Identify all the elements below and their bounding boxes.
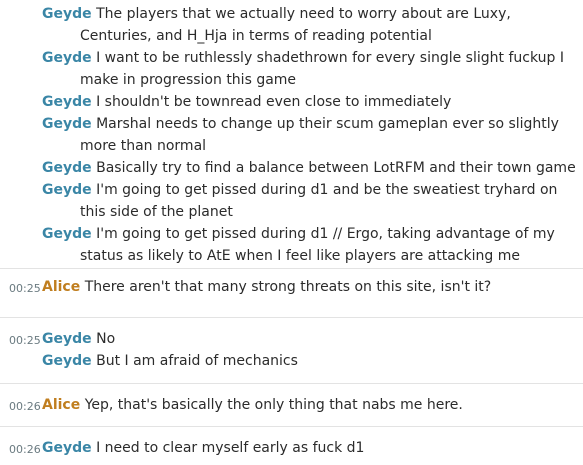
message-divider	[0, 383, 583, 384]
username[interactable]: Alice	[42, 397, 80, 413]
message-group: Geyde The players that we actually need …	[0, 3, 583, 267]
chat-message: Geyde I want to be ruthlessly shadethrow…	[0, 47, 583, 91]
message-text: I need to clear myself early as fuck d1	[96, 440, 365, 456]
username[interactable]: Geyde	[42, 182, 92, 198]
chat-message: Geyde Basically try to find a balance be…	[0, 157, 583, 179]
username[interactable]: Geyde	[42, 94, 92, 110]
message-text: There aren't that many strong threats on…	[84, 279, 492, 295]
message-text: Yep, that's basically the only thing tha…	[84, 397, 463, 413]
message-text: I'm going to get pissed during d1 and be…	[80, 182, 558, 220]
message-text: Marshal needs to change up their scum ga…	[80, 116, 559, 154]
username[interactable]: Geyde	[42, 331, 92, 347]
chat-message: Geyde I'm going to get pissed during d1 …	[0, 179, 583, 223]
username[interactable]: Geyde	[42, 6, 92, 22]
chat-message: Geyde But I am afraid of mechanics	[0, 350, 583, 372]
username[interactable]: Geyde	[42, 160, 92, 176]
message-text: But I am afraid of mechanics	[96, 353, 298, 369]
chat-message: Geyde I shouldn't be townread even close…	[0, 91, 583, 113]
username[interactable]: Alice	[42, 279, 80, 295]
username[interactable]: Geyde	[42, 50, 92, 66]
timestamp: 00:25	[9, 282, 41, 295]
message-text: No	[96, 331, 116, 347]
chat-message: Geyde The players that we actually need …	[0, 3, 583, 47]
message-text: I shouldn't be townread even close to im…	[96, 94, 452, 110]
chat-message: 00:25 Alice There aren't that many strong…	[0, 276, 583, 298]
message-text: I'm going to get pissed during d1 // Erg…	[80, 226, 555, 264]
username[interactable]: Geyde	[42, 116, 92, 132]
message-divider	[0, 317, 583, 318]
timestamp: 00:25	[9, 334, 41, 347]
chat-message: 00:26 Geyde I need to clear myself early …	[0, 437, 583, 459]
message-divider	[0, 268, 583, 269]
message-text: Basically try to find a balance between …	[96, 160, 576, 176]
chat-message: Geyde I'm going to get pissed during d1 …	[0, 223, 583, 267]
message-text: The players that we actually need to wor…	[80, 6, 511, 44]
timestamp: 00:26	[9, 443, 41, 456]
message-group: 00:25 Alice There aren't that many strong…	[0, 276, 583, 298]
chat-message: 00:25 Geyde No	[0, 328, 583, 350]
username[interactable]: Geyde	[42, 226, 92, 242]
message-group: 00:26 Geyde I need to clear myself early …	[0, 437, 583, 459]
chat-message: 00:26 Alice Yep, that's basically the onl…	[0, 394, 583, 416]
chat-message: Geyde Marshal needs to change up their s…	[0, 113, 583, 157]
message-divider	[0, 426, 583, 427]
username[interactable]: Geyde	[42, 353, 92, 369]
message-group: 00:25 Geyde No Geyde But I am afraid of me…	[0, 328, 583, 372]
message-text: I want to be ruthlessly shadethrown for …	[80, 50, 564, 88]
timestamp: 00:26	[9, 400, 41, 413]
message-group: 00:26 Alice Yep, that's basically the onl…	[0, 394, 583, 416]
username[interactable]: Geyde	[42, 440, 92, 456]
